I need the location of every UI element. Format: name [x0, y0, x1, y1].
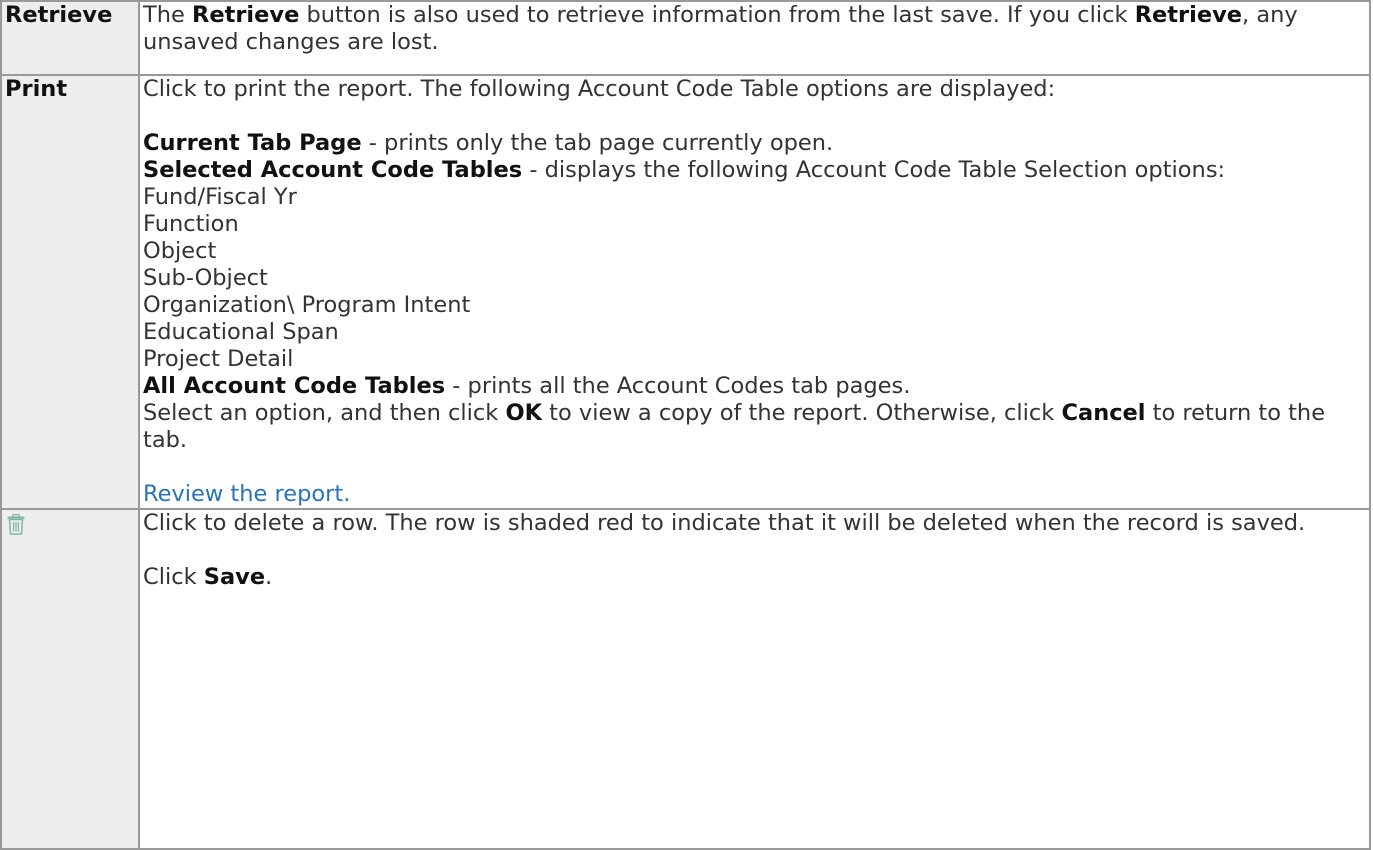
list-item: Function: [143, 211, 1365, 238]
list-item: Organization\ Program Intent: [143, 292, 1365, 319]
delete-save-instruction: Click Save.: [143, 564, 1365, 591]
review-report-link[interactable]: Review the report.: [143, 481, 350, 507]
select-cancel-bold: Cancel: [1062, 400, 1146, 426]
delete-text: Click to delete a row. The row is shaded…: [143, 510, 1365, 537]
option-all-tables-text: - prints all the Account Codes tab pages…: [445, 373, 910, 399]
retrieve-label: Retrieve: [1, 1, 139, 75]
list-item: Sub-Object: [143, 265, 1365, 292]
print-select-instruction: Select an option, and then click OK to v…: [143, 400, 1365, 454]
print-label: Print: [1, 75, 139, 509]
print-intro: Click to print the report. The following…: [143, 76, 1365, 103]
list-item: Object: [143, 238, 1365, 265]
trash-icon[interactable]: [7, 514, 25, 542]
print-description: Click to print the report. The following…: [139, 75, 1370, 509]
option-all-tables-bold: All Account Code Tables: [143, 373, 445, 399]
select-text-2: to view a copy of the report. Otherwise,…: [542, 400, 1061, 426]
list-item: Project Detail: [143, 346, 1365, 373]
table-row-retrieve: Retrieve The Retrieve button is also use…: [1, 1, 1370, 75]
list-item: Educational Span: [143, 319, 1365, 346]
retrieve-text-1: The: [143, 2, 192, 28]
select-ok-bold: OK: [505, 400, 542, 426]
save-end: .: [265, 564, 272, 590]
print-option-all-tables: All Account Code Tables - prints all the…: [143, 373, 1365, 400]
save-bold: Save: [204, 564, 265, 590]
table-row-delete: Click to delete a row. The row is shaded…: [1, 509, 1370, 849]
table-selection-list: Fund/Fiscal Yr Function Object Sub-Objec…: [143, 184, 1365, 373]
option-current-tab-text: - prints only the tab page currently ope…: [362, 130, 834, 156]
retrieve-text-2: button is also used to retrieve informat…: [299, 2, 1134, 28]
option-selected-tables-bold: Selected Account Code Tables: [143, 157, 522, 183]
option-selected-tables-text: - displays the following Account Code Ta…: [522, 157, 1225, 183]
retrieve-bold-1: Retrieve: [192, 2, 299, 28]
retrieve-description: The Retrieve button is also used to retr…: [139, 1, 1370, 75]
table-row-print: Print Click to print the report. The fol…: [1, 75, 1370, 509]
print-option-current-tab: Current Tab Page - prints only the tab p…: [143, 130, 1365, 157]
list-item: Fund/Fiscal Yr: [143, 184, 1365, 211]
delete-description: Click to delete a row. The row is shaded…: [139, 509, 1370, 849]
retrieve-bold-2: Retrieve: [1135, 2, 1242, 28]
option-current-tab-bold: Current Tab Page: [143, 130, 362, 156]
print-option-selected-tables: Selected Account Code Tables - displays …: [143, 157, 1365, 184]
select-text-1: Select an option, and then click: [143, 400, 505, 426]
delete-label-cell: [1, 509, 139, 849]
save-text: Click: [143, 564, 204, 590]
help-table: Retrieve The Retrieve button is also use…: [0, 0, 1371, 850]
